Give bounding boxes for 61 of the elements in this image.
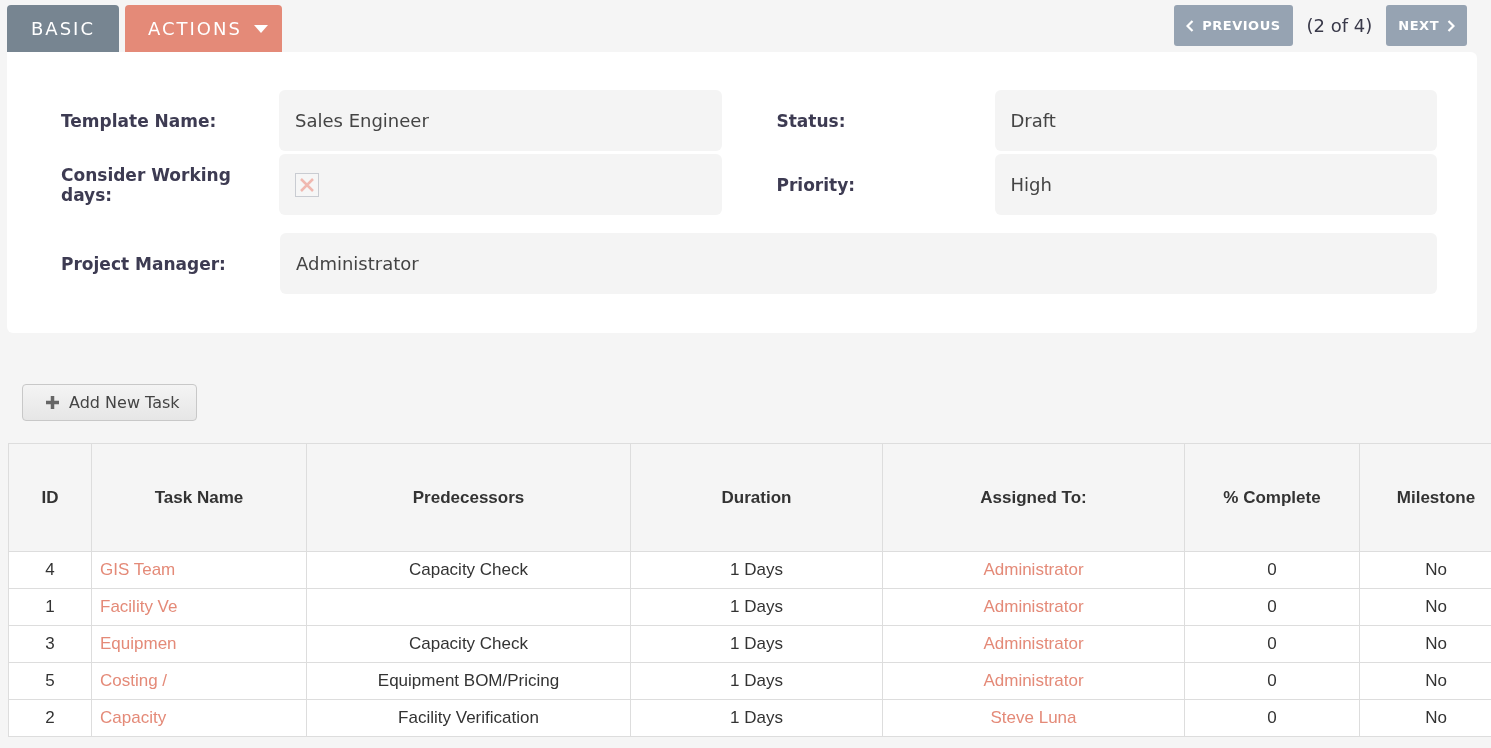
field-value: High: [994, 154, 1437, 215]
field-label: Consider Working days:: [61, 164, 232, 205]
table-cell: No: [1425, 560, 1447, 579]
chevron-right-icon: [1447, 19, 1455, 32]
table-cell: 0: [1267, 708, 1277, 727]
table-cell: 0: [1267, 671, 1277, 690]
checkbox[interactable]: [295, 172, 319, 197]
chevron-left-icon: [1186, 19, 1195, 32]
field-label: Status:: [776, 110, 847, 131]
table-link[interactable]: Administrator: [983, 634, 1084, 653]
table-link[interactable]: Capacity: [100, 708, 167, 727]
table-cell: 1 Days: [730, 708, 783, 727]
field-value: Draft: [994, 90, 1437, 151]
page-position: (2 of 4): [1306, 15, 1373, 36]
table-cell: No: [1425, 634, 1447, 653]
add-task-button[interactable]: Add New Task: [22, 384, 197, 421]
actions-tab[interactable]: ACTIONS: [124, 5, 282, 52]
basic-tab[interactable]: BASIC: [7, 5, 119, 52]
table-cell: 0: [1267, 634, 1277, 653]
table-cell: 1 Days: [730, 671, 783, 690]
table-cell: 4: [45, 560, 55, 579]
caret-icon: [253, 24, 268, 33]
column-header: % Complete: [1184, 443, 1360, 552]
table-cell: 5: [45, 671, 55, 690]
table-link[interactable]: Administrator: [983, 597, 1084, 616]
table-cell: 0: [1267, 597, 1277, 616]
table-cell: No: [1425, 671, 1447, 690]
table-link[interactable]: Costing /: [100, 671, 168, 690]
table-link[interactable]: Administrator: [983, 560, 1084, 579]
table-cell: 1 Days: [730, 634, 783, 653]
next-button[interactable]: NEXT: [1386, 5, 1467, 46]
table-cell: Capacity Check: [408, 634, 529, 653]
column-header: Assigned To:: [882, 443, 1185, 552]
field-label: Template Name:: [61, 110, 218, 131]
plus-icon: [46, 396, 59, 409]
previous-button[interactable]: PREVIOUS: [1174, 5, 1293, 46]
field-value: Administrator: [280, 233, 1437, 294]
table-link[interactable]: Equipmen: [100, 634, 177, 653]
column-header: ID: [8, 443, 92, 552]
table-cell: No: [1425, 597, 1447, 616]
column-header: Duration: [630, 443, 883, 552]
table-cell: Equipment BOM/Pricing: [377, 671, 560, 690]
column-header: Task Name: [91, 443, 307, 552]
column-header: Milestone: [1359, 443, 1491, 552]
table-cell: 0: [1267, 560, 1277, 579]
table-cell: 1 Days: [730, 597, 783, 616]
table-link[interactable]: Administrator: [983, 671, 1084, 690]
table-cell: No: [1425, 708, 1447, 727]
table-cell: 3: [45, 634, 55, 653]
field-label: Project Manager:: [61, 253, 227, 274]
table-link[interactable]: Facility Ve: [100, 597, 178, 616]
table-link[interactable]: GIS Team: [100, 560, 176, 579]
table-cell: Capacity Check: [408, 560, 529, 579]
column-header: Predecessors: [306, 443, 631, 552]
table-link[interactable]: Steve Luna: [990, 708, 1077, 727]
table-cell: 2: [45, 708, 55, 727]
table-cell: 1 Days: [730, 560, 783, 579]
table-cell: 1: [45, 597, 55, 616]
field-label: Priority:: [776, 174, 857, 195]
table-cell: Facility Verification: [398, 708, 539, 727]
field-value: Sales Engineer: [279, 90, 722, 151]
